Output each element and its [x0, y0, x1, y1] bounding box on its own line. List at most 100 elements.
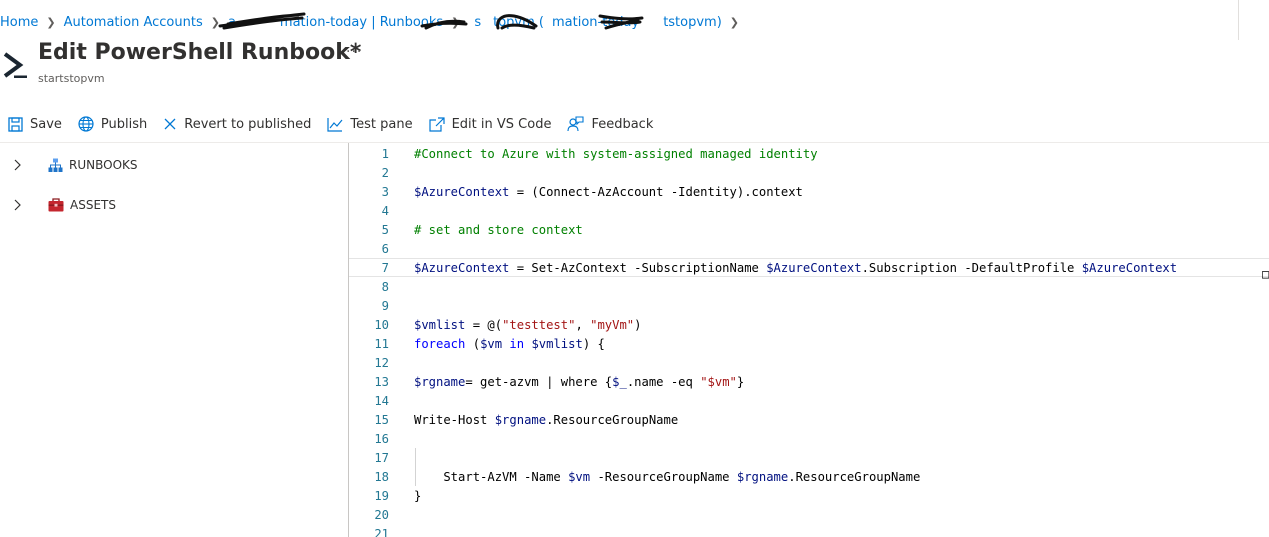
line-number: 12: [374, 355, 389, 370]
line-number: 14: [374, 393, 389, 408]
code-text: .ResourceGroupName: [546, 412, 679, 427]
line-number: 6: [381, 241, 389, 256]
page-subtitle: startstopvm: [38, 72, 105, 85]
line-number: 19: [374, 488, 389, 503]
code-variable: $AzureContext: [766, 260, 862, 275]
test-pane-button[interactable]: Test pane: [327, 116, 413, 132]
line-number: 13: [374, 374, 389, 389]
page-title: Edit PowerShell Runbook*: [38, 40, 362, 65]
code-comment: # set and store context: [414, 222, 583, 237]
indent-guide: [415, 448, 416, 486]
code-line: 6: [349, 239, 1269, 258]
code-line: 13 $rgname= get-azvm | where {$_.name -eq…: [349, 372, 1269, 391]
line-number: 11: [374, 336, 389, 351]
code-line: 17: [349, 448, 1269, 467]
chevron-right-icon[interactable]: [8, 199, 26, 211]
edit-vscode-label: Edit in VS Code: [451, 116, 552, 132]
chevron-right-icon: ❯: [451, 15, 461, 29]
code-text: ) {: [582, 336, 605, 351]
powershell-icon: [3, 52, 27, 78]
code-variable: $_: [612, 374, 627, 389]
breadcrumb: Home ❯ Automation Accounts ❯ a mation-tod…: [0, 12, 747, 32]
chevron-right-icon: ❯: [729, 15, 740, 29]
test-pane-label: Test pane: [350, 116, 413, 132]
command-bar: Save Publish Revert to published Test pa…: [0, 113, 661, 135]
code-variable: $AzureContext: [414, 184, 510, 199]
code-comment: #Connect to Azure with system-assigned m…: [414, 146, 818, 161]
breadcrumb-runbook[interactable]: s topvm (mation-today tstopvm): [468, 15, 721, 30]
line-number: 18: [374, 469, 389, 484]
save-label: Save: [30, 116, 62, 132]
revert-to-published-button[interactable]: Revert to published: [163, 117, 311, 132]
line-number: 2: [381, 165, 389, 180]
code-string: "myVm": [590, 317, 635, 332]
tree-item-assets-label: ASSETS: [70, 198, 116, 212]
code-text: = get-azvm | where {: [465, 374, 613, 389]
code-string: "testtest": [502, 317, 576, 332]
code-variable: $AzureContext: [414, 260, 510, 275]
chevron-right-icon[interactable]: [8, 159, 26, 171]
breadcrumb-runbook-mid: mation-today: [552, 14, 640, 30]
edit-in-vs-code-button[interactable]: Edit in VS Code: [428, 116, 552, 132]
code-variable: $vm: [480, 336, 503, 351]
publish-button[interactable]: Publish: [78, 116, 147, 132]
code-line: 1 #Connect to Azure with system-assigned …: [349, 144, 1269, 163]
line-number: 5: [381, 222, 389, 237]
code-text: }: [736, 374, 745, 389]
code-variable: $rgname: [414, 374, 466, 389]
open-external-icon: [428, 116, 445, 132]
line-number: 21: [374, 526, 389, 537]
breadcrumb-automation-accounts[interactable]: Automation Accounts: [64, 15, 203, 30]
code-line: 16: [349, 429, 1269, 448]
code-line: 8: [349, 277, 1269, 296]
runbooks-icon: [48, 158, 63, 173]
code-line: 5 # set and store context: [349, 220, 1269, 239]
code-variable: $vm: [568, 469, 591, 484]
tree-item-assets[interactable]: ASSETS: [8, 194, 116, 216]
line-number: 8: [381, 279, 389, 294]
code-text: .ResourceGroupName: [788, 469, 921, 484]
tree-item-runbooks-label: RUNBOOKS: [69, 158, 138, 172]
code-line: 15 Write-Host $rgname.ResourceGroupName: [349, 410, 1269, 429]
code-variable: $rgname: [494, 412, 547, 427]
breadcrumb-runbook-suffix: tstopvm): [663, 14, 722, 30]
code-line: 12: [349, 353, 1269, 372]
line-number: 1: [381, 146, 389, 161]
breadcrumb-account-runbooks[interactable]: a mation-today | Runbooks: [228, 15, 443, 30]
panel-edge-line: [1238, 0, 1239, 40]
code-string: "$vm": [700, 374, 737, 389]
feedback-button[interactable]: Feedback: [567, 116, 653, 132]
breadcrumb-home[interactable]: Home: [0, 15, 38, 30]
code-line-current: 7 $AzureContext = Set-AzContext -Subscrip…: [349, 258, 1269, 277]
code-editor[interactable]: 1 #Connect to Azure with system-assigned …: [349, 143, 1269, 537]
code-text: ): [634, 317, 642, 332]
line-number: 4: [381, 203, 389, 218]
code-line: 21: [349, 524, 1269, 537]
save-icon: [8, 116, 23, 132]
chevron-right-icon: ❯: [46, 15, 56, 29]
more-options-button[interactable]: ···: [346, 44, 362, 60]
chart-line-icon: [327, 117, 343, 132]
tree-item-runbooks[interactable]: RUNBOOKS: [8, 154, 138, 176]
code-variable: $rgname: [736, 469, 789, 484]
code-line: 9: [349, 296, 1269, 315]
toolbox-icon: [48, 198, 64, 212]
code-variable: $vmlist: [531, 336, 583, 351]
save-button[interactable]: Save: [8, 117, 62, 132]
revert-label: Revert to published: [184, 116, 312, 132]
runbook-tree: RUNBOOKS ASSETS: [0, 143, 348, 537]
code-line: 4: [349, 201, 1269, 220]
line-number: 20: [374, 507, 389, 522]
code-line: 11 foreach ($vm in $vmlist) {: [349, 334, 1269, 353]
line-number: 3: [381, 184, 389, 199]
code-text: .Subscription -DefaultProfile: [861, 260, 1082, 275]
line-number: 17: [374, 450, 389, 465]
scroll-edge-marker: □: [1262, 267, 1269, 281]
chevron-right-icon: ❯: [210, 15, 220, 29]
code-text: Write-Host: [414, 412, 495, 427]
code-text: ,: [575, 317, 591, 332]
code-keyword: in: [502, 336, 532, 351]
feedback-icon: [567, 116, 585, 132]
line-number: 7: [381, 260, 389, 275]
breadcrumb-runbook-prefix: s: [474, 14, 482, 30]
